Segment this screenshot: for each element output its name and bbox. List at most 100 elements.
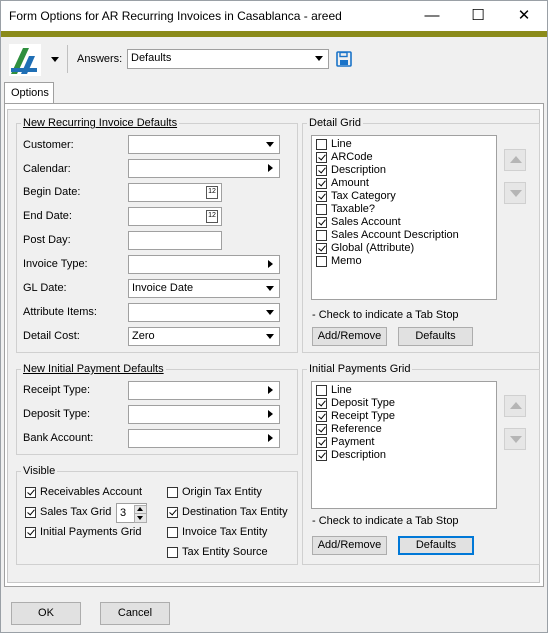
recurring-defaults-title: New Recurring Invoice Defaults: [21, 117, 180, 129]
maximize-button[interactable]: ☐: [467, 5, 489, 27]
tax-entity-source-label: Tax Entity Source: [182, 546, 268, 558]
checkbox[interactable]: [316, 411, 327, 422]
floppy-disk-icon[interactable]: [336, 51, 352, 67]
checkbox[interactable]: [316, 450, 327, 461]
invoice-tax-entity-checkbox[interactable]: [167, 527, 178, 538]
bank-account-picker[interactable]: [128, 429, 280, 448]
checkbox[interactable]: [316, 217, 327, 228]
list-item-label: ARCode: [331, 151, 373, 163]
list-item-label: Deposit Type: [331, 397, 396, 409]
origin-tax-entity-checkbox[interactable]: [167, 487, 178, 498]
origin-tax-entity-label: Origin Tax Entity: [182, 486, 262, 498]
receipt-type-picker[interactable]: [128, 381, 280, 400]
logo-menu-chevron-down-icon[interactable]: [51, 57, 59, 62]
sales-tax-grid-stepper[interactable]: 3: [116, 503, 147, 523]
checkbox[interactable]: [316, 165, 327, 176]
list-item-label: Global (Attribute): [331, 242, 415, 254]
list-item-label: Tax Category: [331, 190, 396, 202]
move-up-button[interactable]: [504, 149, 526, 171]
destination-tax-entity-label: Destination Tax Entity: [182, 506, 288, 518]
stepper-down-button[interactable]: [134, 513, 147, 523]
bank-account-label: Bank Account:: [23, 432, 94, 444]
payments-grid-hint: - Check to indicate a Tab Stop: [312, 515, 459, 527]
list-item-label: Line: [331, 138, 352, 150]
calendar-icon[interactable]: 12: [206, 210, 218, 223]
detail-grid-hint: - Check to indicate a Tab Stop: [312, 309, 459, 321]
visible-title: Visible: [21, 465, 58, 477]
payments-move-up-button[interactable]: [504, 395, 526, 417]
chevron-down-icon: [315, 56, 323, 61]
detail-grid-list[interactable]: Line ARCode Description Amount Tax Categ…: [311, 135, 497, 300]
customer-dropdown[interactable]: [128, 135, 280, 154]
checkbox[interactable]: [316, 230, 327, 241]
destination-tax-entity-checkbox[interactable]: [167, 507, 178, 518]
close-button[interactable]: ✕: [513, 5, 535, 27]
checkbox[interactable]: [316, 398, 327, 409]
detail-defaults-button[interactable]: Defaults: [398, 327, 473, 346]
gl-date-label: GL Date:: [23, 282, 67, 294]
payment-defaults-title: New Initial Payment Defaults: [21, 363, 166, 375]
gl-date-dropdown[interactable]: Invoice Date: [128, 279, 280, 298]
payments-move-down-button[interactable]: [504, 428, 526, 450]
attribute-items-dropdown[interactable]: [128, 303, 280, 322]
checkbox[interactable]: [316, 437, 327, 448]
detail-cost-value: Zero: [132, 330, 155, 342]
checkbox[interactable]: [316, 152, 327, 163]
ok-button[interactable]: OK: [11, 602, 81, 625]
chevron-right-icon: [268, 386, 273, 394]
receivables-account-checkbox[interactable]: [25, 487, 36, 498]
answers-label: Answers:: [77, 53, 123, 65]
checkbox[interactable]: [316, 204, 327, 215]
tax-entity-source-checkbox[interactable]: [167, 547, 178, 558]
initial-payments-grid-label: Initial Payments Grid: [40, 526, 142, 538]
arrow-down-icon: [510, 190, 522, 197]
customer-label: Customer:: [23, 139, 74, 151]
detail-cost-label: Detail Cost:: [23, 330, 80, 342]
post-day-field[interactable]: [128, 231, 222, 250]
list-item-label: Description: [331, 449, 387, 461]
detail-grid-title: Detail Grid: [307, 117, 363, 129]
invoice-type-picker[interactable]: [128, 255, 280, 274]
checkbox[interactable]: [316, 139, 327, 150]
checkbox[interactable]: [316, 385, 327, 396]
end-date-field[interactable]: 12: [128, 207, 222, 226]
checkbox[interactable]: [316, 178, 327, 189]
answers-dropdown[interactable]: Defaults: [127, 49, 329, 69]
receipt-type-label: Receipt Type:: [23, 384, 91, 396]
calendar-picker[interactable]: [128, 159, 280, 178]
payments-grid-list[interactable]: Line Deposit Type Receipt Type Reference…: [311, 381, 497, 509]
checkbox[interactable]: [316, 256, 327, 267]
detail-add-remove-button[interactable]: Add/Remove: [312, 327, 387, 346]
chevron-right-icon: [268, 410, 273, 418]
window-title: Form Options for AR Recurring Invoices i…: [9, 9, 342, 23]
post-day-label: Post Day:: [23, 234, 71, 246]
deposit-type-picker[interactable]: [128, 405, 280, 424]
checkbox[interactable]: [316, 243, 327, 254]
checkbox[interactable]: [316, 424, 327, 435]
arrow-up-icon: [137, 507, 143, 511]
attribute-items-label: Attribute Items:: [23, 306, 97, 318]
calendar-icon[interactable]: 12: [206, 186, 218, 199]
app-logo-icon[interactable]: [9, 44, 41, 76]
minimize-button[interactable]: —: [421, 5, 443, 27]
initial-payments-grid-checkbox[interactable]: [25, 527, 36, 538]
list-item-label: Receipt Type: [331, 410, 396, 422]
detail-cost-dropdown[interactable]: Zero: [128, 327, 280, 346]
payments-add-remove-button[interactable]: Add/Remove: [312, 536, 387, 555]
begin-date-field[interactable]: 12: [128, 183, 222, 202]
list-item-label: Payment: [331, 436, 375, 448]
sales-tax-grid-checkbox[interactable]: [25, 507, 36, 518]
chevron-down-icon: [266, 286, 274, 291]
title-bar: Form Options for AR Recurring Invoices i…: [1, 1, 547, 31]
invoice-type-label: Invoice Type:: [23, 258, 88, 270]
move-down-button[interactable]: [504, 182, 526, 204]
tab-options[interactable]: Options: [4, 82, 54, 104]
arrow-up-icon: [510, 402, 522, 409]
checkbox[interactable]: [316, 191, 327, 202]
arrow-down-icon: [137, 516, 143, 520]
payments-defaults-button[interactable]: Defaults: [398, 536, 474, 555]
list-item-label: Amount: [331, 177, 369, 189]
payments-grid-title: Initial Payments Grid: [307, 363, 413, 375]
cancel-button[interactable]: Cancel: [100, 602, 170, 625]
tab-options-label: Options: [11, 87, 49, 99]
